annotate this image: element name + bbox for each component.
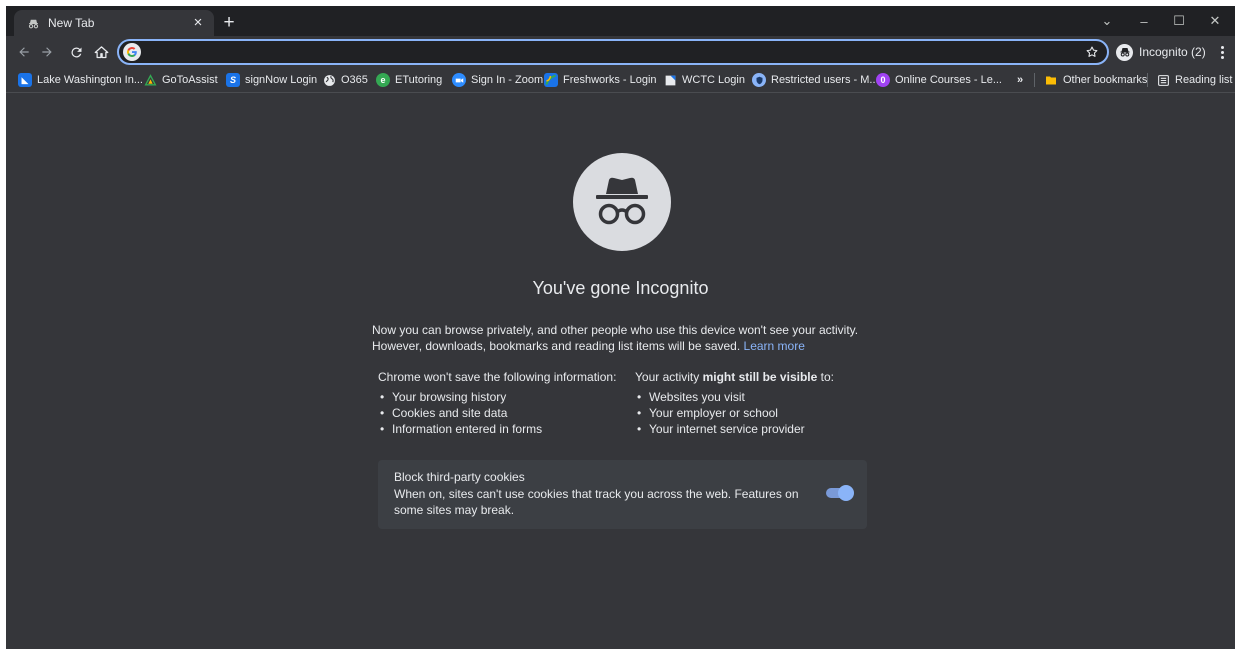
other-bookmarks-label: Other bookmarks	[1063, 74, 1148, 86]
reload-button[interactable]	[64, 40, 88, 64]
incognito-avatar-icon	[1116, 43, 1133, 61]
bookmark-item[interactable]: S signNow Login	[226, 70, 317, 90]
cookie-card-description: When on, sites can't use cookies that tr…	[394, 487, 799, 517]
toolbar: Incognito (2)	[6, 36, 1235, 68]
reading-list-button[interactable]: Reading list	[1156, 70, 1232, 90]
wont-save-column: Chrome won't save the following informat…	[378, 369, 616, 437]
freshworks-icon	[544, 73, 558, 87]
still-visible-title: Your activity might still be visible to:	[635, 369, 834, 385]
bookmark-label: signNow Login	[245, 74, 318, 86]
bookmark-label: ETutoring	[395, 74, 443, 86]
list-item: Your browsing history	[378, 389, 616, 405]
menu-kebab-icon[interactable]	[1214, 41, 1230, 63]
intro-line: However, downloads, bookmarks and readin…	[372, 338, 872, 354]
address-bar[interactable]	[117, 39, 1109, 65]
bookmark-separator	[1034, 73, 1035, 87]
forward-arrow-icon	[42, 47, 52, 57]
forward-button[interactable]	[35, 40, 59, 64]
intro-text: Now you can browse privately, and other …	[372, 322, 872, 354]
reading-list-label: Reading list	[1175, 74, 1233, 86]
bookmark-item[interactable]: Freshworks - Login	[544, 70, 657, 90]
tab-search-chevron-icon[interactable]: ⌄	[1087, 6, 1127, 36]
bookmark-label: WCTC Login	[682, 74, 745, 86]
wont-save-title: Chrome won't save the following informat…	[378, 370, 617, 384]
block-cookies-toggle[interactable]	[826, 485, 854, 501]
bookmark-label: Online Courses - Le...	[895, 74, 1002, 86]
close-window-button[interactable]: ✕	[1195, 6, 1235, 36]
bookmark-item[interactable]: WCTC Login	[663, 70, 745, 90]
bookmark-item[interactable]: 0 Online Courses - Le...	[876, 70, 1002, 90]
incognito-page: You've gone Incognito Now you can browse…	[6, 93, 1235, 649]
incognito-profile-button[interactable]: Incognito (2)	[1116, 41, 1210, 63]
bookmark-item[interactable]: ◣ Lake Washington In...	[18, 70, 143, 90]
folder-icon	[1044, 73, 1058, 87]
courses-icon: 0	[876, 73, 890, 87]
bookmarks-bar: ◣ Lake Washington In... GoToAssist S sig…	[6, 68, 1235, 93]
bookmark-star-icon[interactable]	[1081, 41, 1103, 63]
intro-line-text: However, downloads, bookmarks and readin…	[372, 339, 741, 353]
tab-strip: New Tab × + ⌄ – ☐ ✕	[6, 6, 1235, 36]
more-bookmarks-button[interactable]: »	[1017, 70, 1023, 90]
bookmark-separator	[1147, 73, 1148, 87]
bookmark-label: Lake Washington In...	[37, 74, 143, 86]
bookmark-item[interactable]: e ETutoring	[376, 70, 442, 90]
globe-icon	[322, 73, 336, 87]
other-bookmarks-button[interactable]: Other bookmarks	[1044, 70, 1147, 90]
bookmark-item[interactable]: GoToAssist	[143, 70, 218, 90]
zoom-icon	[452, 73, 466, 87]
minimize-button[interactable]: –	[1124, 6, 1164, 36]
back-button[interactable]	[12, 40, 36, 64]
list-item: Your employer or school	[635, 405, 834, 421]
new-tab-button[interactable]: +	[218, 12, 240, 34]
list-item: Websites you visit	[635, 389, 834, 405]
list-item: Cookies and site data	[378, 405, 616, 421]
browser-window: New Tab × + ⌄ – ☐ ✕ Incognito (2) ◣ Lake…	[6, 6, 1235, 649]
still-visible-column: Your activity might still be visible to:…	[635, 369, 834, 437]
title-emphasis: might still be visible	[702, 370, 818, 384]
page-title: You've gone Incognito	[532, 278, 709, 298]
tab-new-tab[interactable]: New Tab ×	[14, 10, 214, 36]
bookmark-item[interactable]: O365	[322, 70, 368, 90]
title-part: to:	[817, 370, 834, 384]
google-icon	[123, 43, 141, 61]
etutoring-icon: e	[376, 73, 390, 87]
lwtech-icon: ◣	[18, 73, 32, 87]
back-arrow-icon	[19, 47, 29, 57]
maximize-button[interactable]: ☐	[1159, 6, 1199, 36]
tab-close-icon[interactable]: ×	[190, 15, 206, 31]
bookmark-item[interactable]: Restricted users - M...	[752, 70, 879, 90]
home-icon	[94, 45, 108, 58]
incognito-icon	[26, 16, 40, 30]
bookmark-label: Restricted users - M...	[771, 74, 879, 86]
bookmark-label: Sign In - Zoom	[471, 74, 544, 86]
bookmark-label: GoToAssist	[162, 74, 218, 86]
incognito-hero-icon	[573, 153, 671, 251]
tab-title: New Tab	[48, 16, 95, 30]
bookmark-label: Freshworks - Login	[563, 74, 657, 86]
list-item: Your internet service provider	[635, 421, 834, 437]
bookmark-label: O365	[341, 74, 368, 86]
reload-icon	[70, 46, 81, 57]
gotoassist-icon	[143, 73, 157, 87]
third-party-cookies-card: Block third-party cookies When on, sites…	[378, 460, 867, 529]
profile-label: Incognito (2)	[1139, 45, 1206, 59]
bookmark-item[interactable]: Sign In - Zoom	[452, 70, 543, 90]
title-part: Your activity	[635, 370, 703, 384]
signnow-icon: S	[226, 73, 240, 87]
wctc-icon	[663, 73, 677, 87]
intro-line: Now you can browse privately, and other …	[372, 323, 859, 337]
toggle-knob	[838, 485, 854, 501]
shield-icon	[752, 73, 766, 87]
reading-list-icon	[1156, 73, 1170, 87]
home-button[interactable]	[89, 40, 113, 64]
learn-more-link[interactable]: Learn more	[744, 339, 805, 353]
list-item: Information entered in forms	[378, 421, 616, 437]
cookie-card-title: Block third-party cookies	[394, 470, 525, 484]
address-input[interactable]	[145, 41, 1081, 63]
